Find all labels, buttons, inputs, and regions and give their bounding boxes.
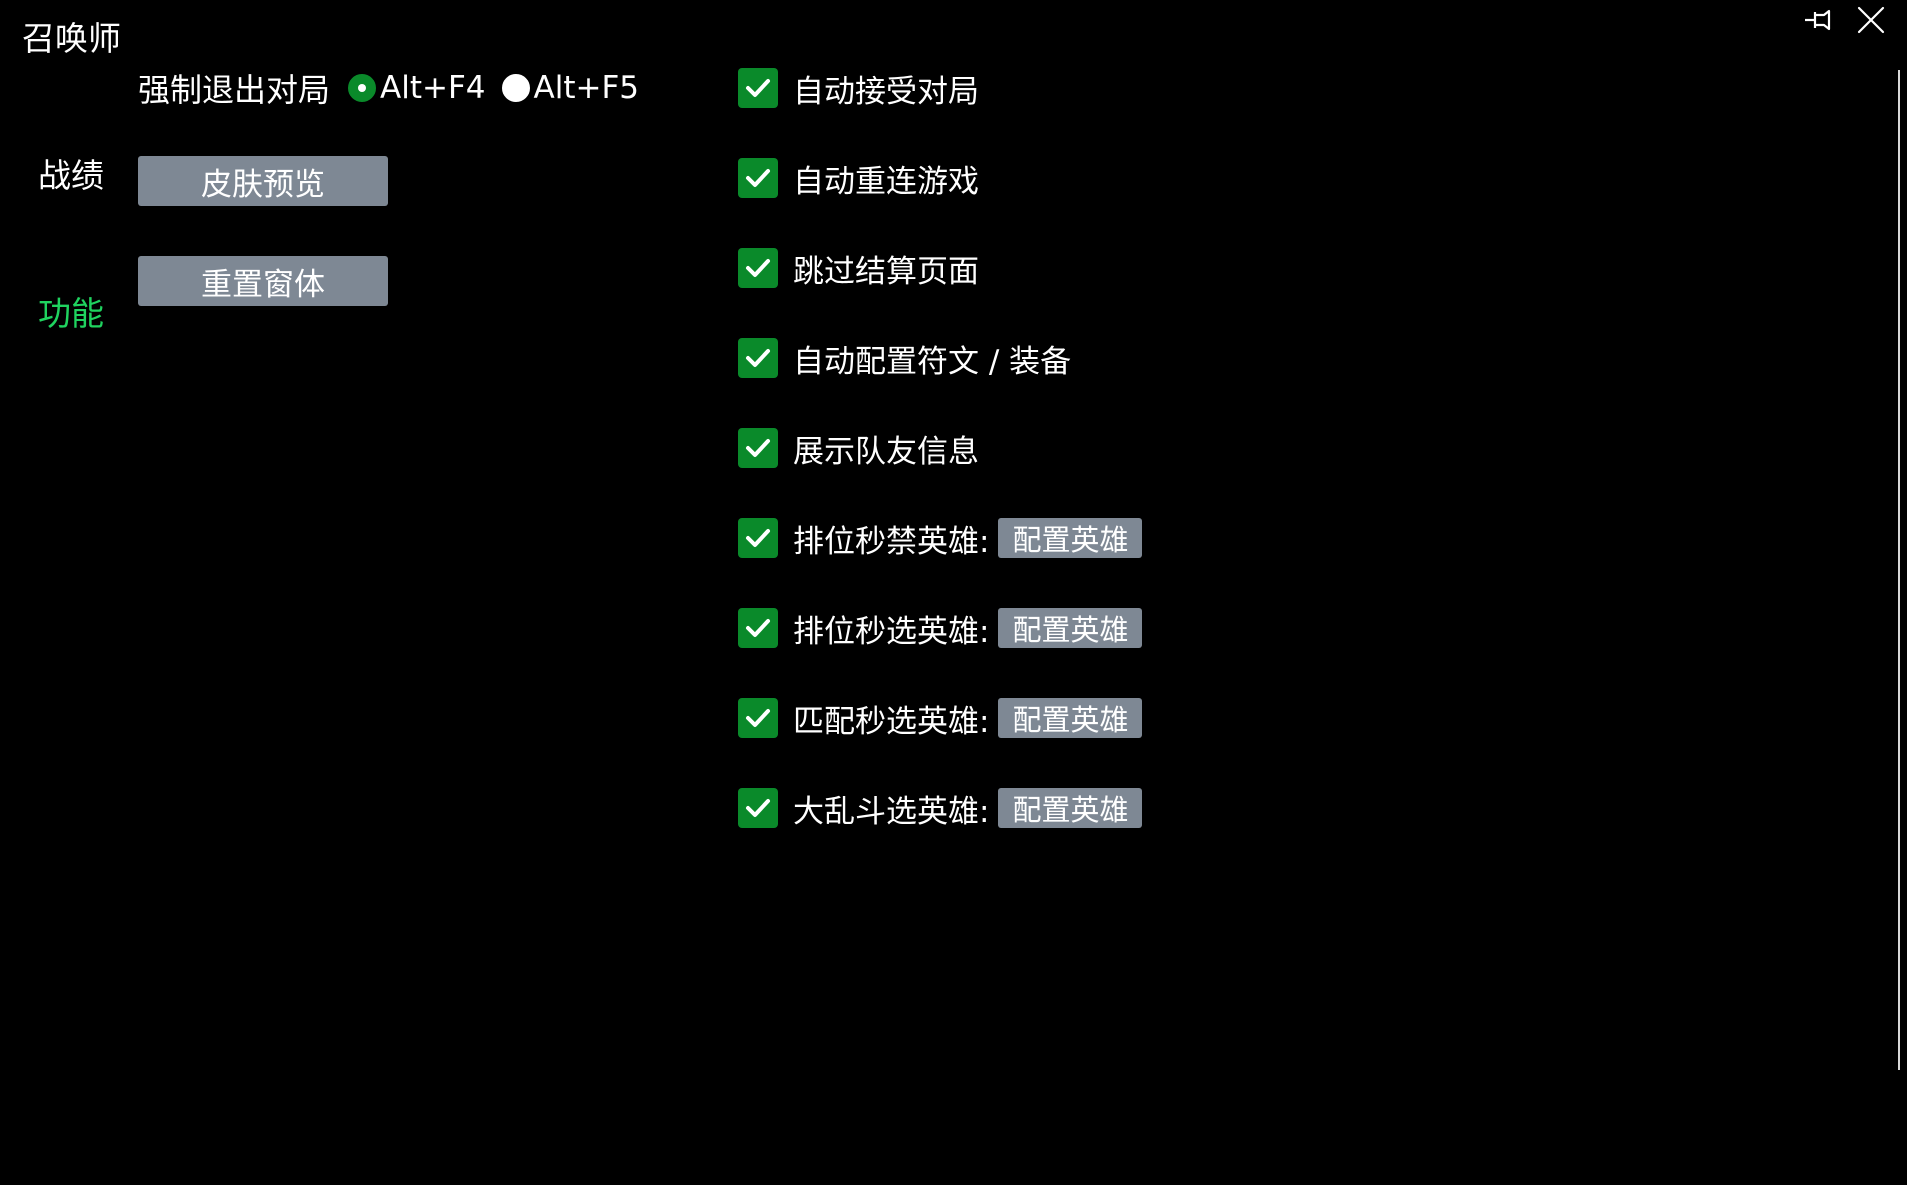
radio-alt-f5[interactable]: Alt+F5 [501, 70, 640, 106]
check-icon [746, 799, 770, 817]
radio-label: Alt+F5 [533, 70, 640, 106]
option-normal-pick: 匹配秒选英雄: 配置英雄 [738, 696, 1143, 740]
check-icon [746, 529, 770, 547]
option-label: 自动接受对局 [793, 73, 979, 110]
checkbox[interactable] [738, 428, 778, 468]
option-auto-runes: 自动配置符文 / 装备 [738, 336, 1071, 380]
force-quit-row: 强制退出对局 Alt+F4 Alt+F5 [138, 66, 655, 110]
checkbox[interactable] [738, 698, 778, 738]
window-edge [1898, 70, 1900, 1070]
checkbox[interactable] [738, 158, 778, 198]
check-icon [746, 169, 770, 187]
option-ranked-pick: 排位秒选英雄: 配置英雄 [738, 606, 1143, 650]
skin-preview-button[interactable]: 皮肤预览 [138, 156, 388, 206]
option-label: 匹配秒选英雄: [793, 703, 990, 740]
radio-label: Alt+F4 [380, 70, 486, 106]
option-label: 排位秒禁英雄: [793, 523, 990, 560]
option-auto-reconnect: 自动重连游戏 [738, 156, 979, 200]
nav-stats[interactable]: 战绩 [38, 156, 104, 196]
close-icon [1857, 6, 1885, 34]
option-auto-accept: 自动接受对局 [738, 66, 979, 110]
radio-alt-f4[interactable]: Alt+F4 [348, 70, 486, 106]
checkbox[interactable] [738, 248, 778, 288]
option-label: 展示队友信息 [793, 433, 979, 470]
option-label: 自动重连游戏 [793, 163, 979, 200]
check-icon [746, 709, 770, 727]
check-icon [746, 349, 770, 367]
option-label: 跳过结算页面 [793, 253, 979, 290]
close-button[interactable] [1848, 0, 1894, 40]
reset-window-button[interactable]: 重置窗体 [138, 256, 388, 306]
app-window: 召唤师 战绩 功能 强制退出对局 Alt+F4 Alt+F5 皮肤预览 重置窗体… [0, 0, 1907, 1185]
configure-hero-button[interactable]: 配置英雄 [998, 608, 1143, 648]
check-icon [746, 79, 770, 97]
option-show-teammates: 展示队友信息 [738, 426, 979, 470]
configure-hero-button[interactable]: 配置英雄 [998, 788, 1143, 828]
pin-icon [1805, 9, 1831, 31]
check-icon [746, 259, 770, 277]
option-skip-results: 跳过结算页面 [738, 246, 979, 290]
configure-hero-button[interactable]: 配置英雄 [998, 698, 1143, 738]
nav-summoner[interactable]: 召唤师 [22, 19, 121, 59]
checkbox[interactable] [738, 68, 778, 108]
option-ranked-ban: 排位秒禁英雄: 配置英雄 [738, 516, 1143, 560]
checkbox[interactable] [738, 608, 778, 648]
configure-hero-button[interactable]: 配置英雄 [998, 518, 1143, 558]
checkbox[interactable] [738, 518, 778, 558]
option-label: 排位秒选英雄: [793, 613, 990, 650]
radio-checked-icon [348, 74, 377, 102]
checkbox[interactable] [738, 788, 778, 828]
check-icon [746, 619, 770, 637]
check-icon [746, 439, 770, 457]
option-aram-pick: 大乱斗选英雄: 配置英雄 [738, 786, 1143, 830]
pin-button[interactable] [1795, 0, 1841, 40]
checkbox[interactable] [738, 338, 778, 378]
nav-features[interactable]: 功能 [38, 294, 104, 334]
force-quit-label: 强制退出对局 [138, 71, 331, 109]
radio-unchecked-icon [501, 74, 530, 102]
option-label: 大乱斗选英雄: [793, 793, 990, 830]
option-label: 自动配置符文 / 装备 [793, 343, 1072, 380]
